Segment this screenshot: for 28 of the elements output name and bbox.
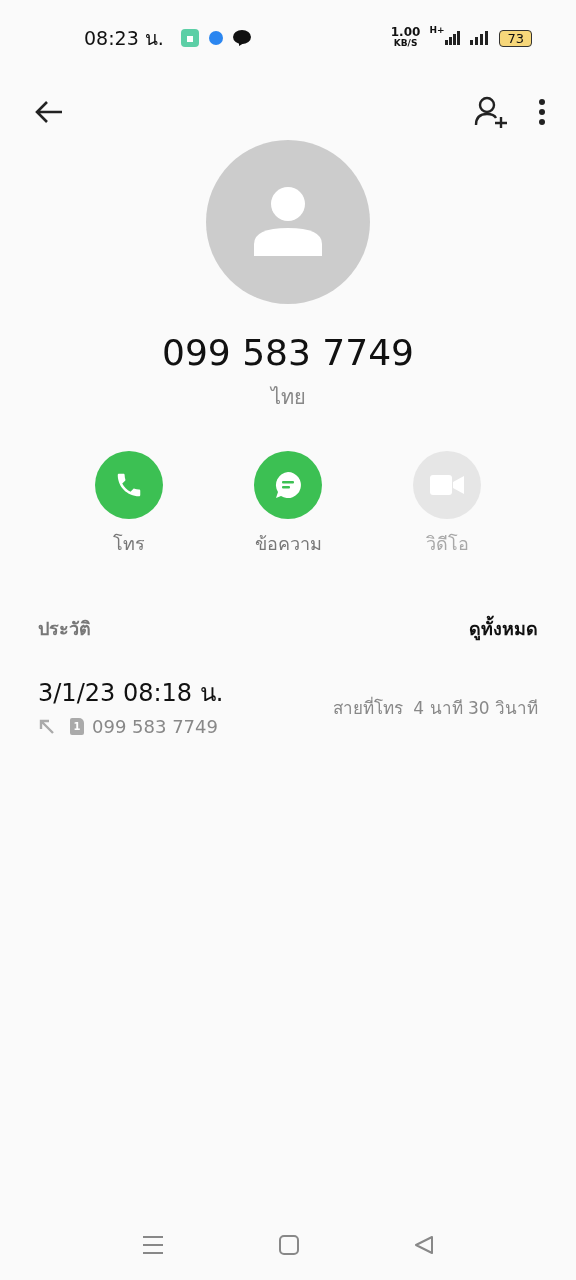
sim-icon: 1 — [70, 718, 84, 735]
chat-bubble-icon — [232, 30, 251, 46]
home-button[interactable] — [279, 1235, 299, 1255]
app-notification-icon — [207, 30, 224, 46]
action-label: วิดีโอ — [425, 532, 469, 556]
section-title: ประวัติ — [38, 617, 91, 641]
call-duration: สายที่โทร 4 นาที 30 วินาที — [332, 695, 538, 720]
app-notification-icon — [180, 29, 199, 47]
add-contact-button[interactable] — [474, 96, 508, 128]
call-date: 3/1/23 08:18 น. — [38, 678, 224, 709]
more-options-button[interactable] — [538, 98, 546, 126]
signal-icon — [470, 31, 491, 45]
clock: 08:23 น. — [84, 26, 164, 51]
outgoing-arrow-icon — [38, 717, 56, 736]
signal-icon — [445, 31, 462, 45]
action-label: โทร — [113, 532, 145, 556]
action-label: ข้อความ — [254, 532, 322, 556]
battery-indicator: 73 — [499, 29, 532, 47]
view-all-link[interactable]: ดูทั้งหมด — [469, 614, 538, 643]
call-number: 099 583 7749 — [92, 716, 218, 737]
network-speed: 1.00 KB/S — [390, 27, 421, 49]
back-nav-button[interactable] — [414, 1235, 434, 1255]
back-button[interactable] — [34, 100, 64, 124]
menu-button[interactable] — [142, 1235, 164, 1255]
video-camera-icon — [430, 473, 464, 497]
location-label: ไทย — [270, 384, 306, 411]
phone-number: 099 583 7749 — [162, 332, 414, 373]
network-type: H+ — [429, 25, 445, 35]
